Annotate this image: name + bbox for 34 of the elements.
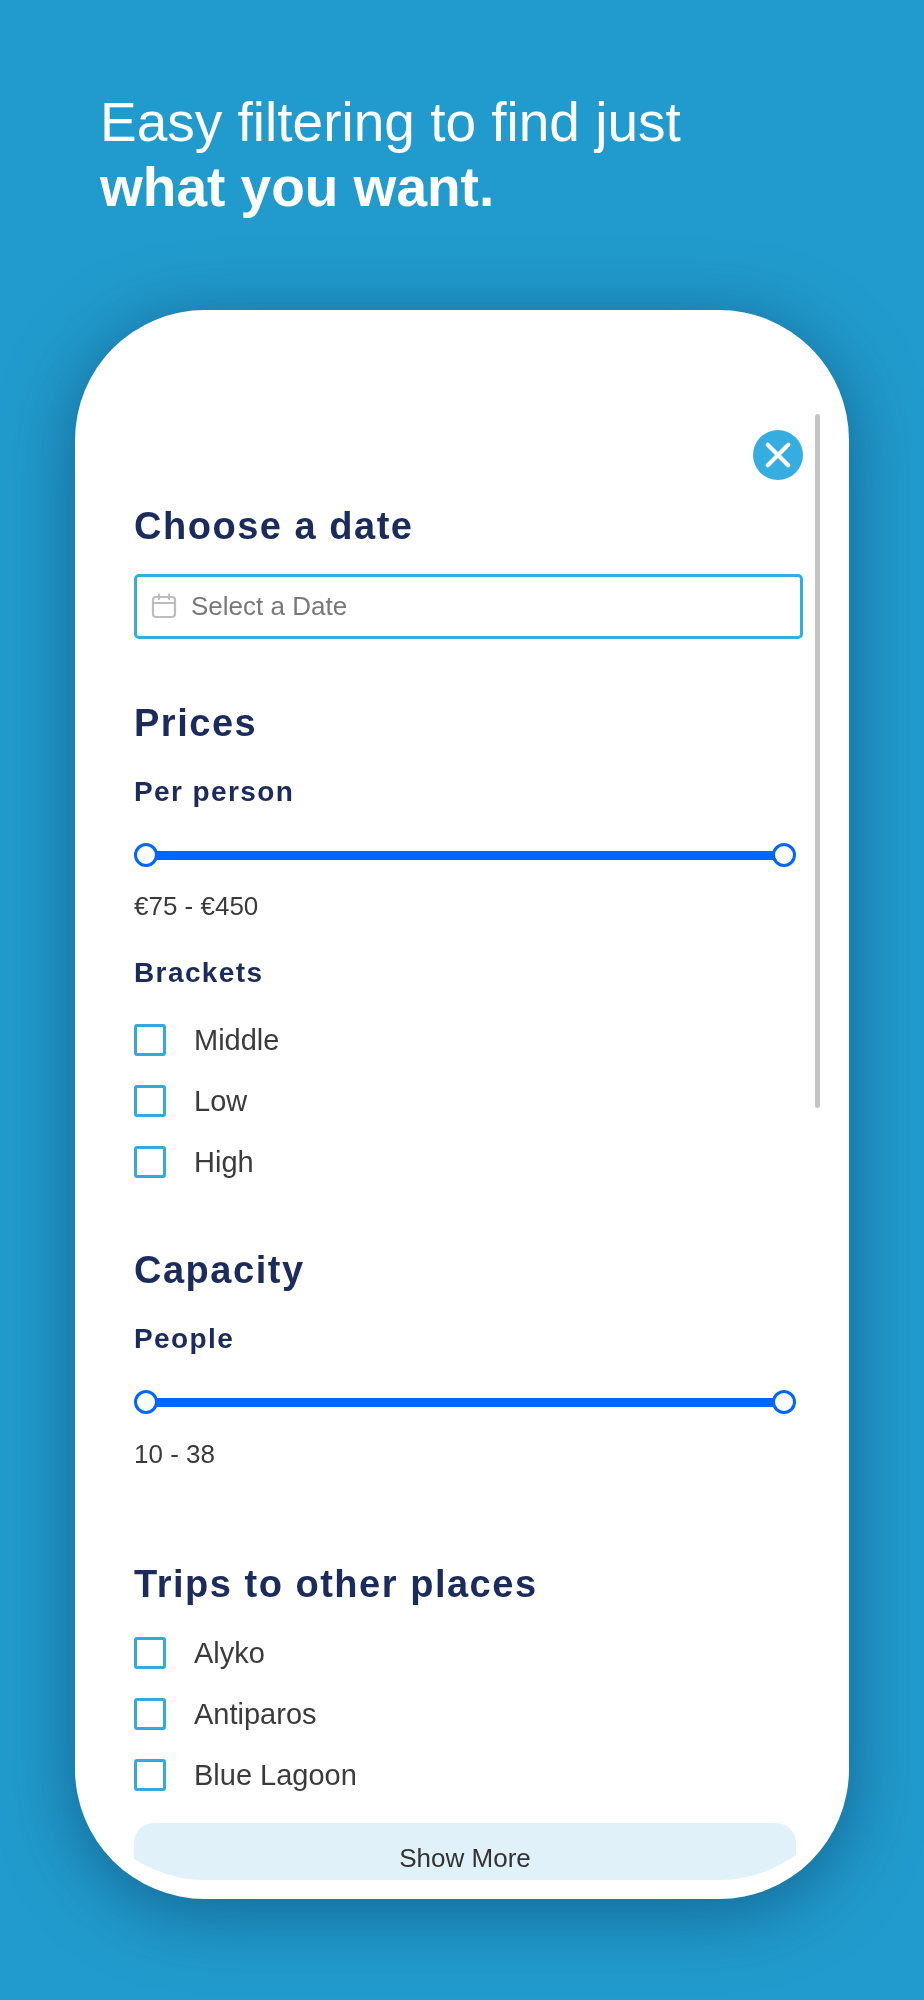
section-heading: Prices (134, 701, 259, 745)
checkbox-label: Antiparos (194, 1697, 317, 1731)
subsection-label: Brackets (134, 957, 265, 989)
checkbox[interactable] (134, 1637, 166, 1669)
range-slider[interactable] (134, 843, 796, 867)
range-slider[interactable] (134, 1390, 796, 1414)
checkbox[interactable] (134, 1146, 166, 1178)
section-heading: Capacity (134, 1248, 306, 1292)
checkbox-label: Alyko (194, 1636, 265, 1670)
section-heading: Trips to other places (134, 1562, 539, 1606)
scrollbar-thumb[interactable] (815, 414, 820, 1108)
checkbox[interactable] (134, 1698, 166, 1730)
range-value-text: €75 - €450 (134, 891, 260, 921)
checkbox[interactable] (134, 1759, 166, 1791)
checkbox-label: Middle (194, 1023, 280, 1057)
checkbox-label: High (194, 1145, 254, 1179)
subsection-label: People (134, 1323, 236, 1355)
slider-thumb[interactable] (772, 843, 796, 867)
headline: Easy filtering to find just what you want. (100, 90, 682, 220)
subsection-label: Per person (134, 776, 296, 808)
checkbox[interactable] (134, 1085, 166, 1117)
slider-thumb[interactable] (772, 1390, 796, 1414)
close-icon (765, 442, 791, 468)
section-heading: Choose a date (134, 504, 415, 548)
calendar-icon (151, 593, 177, 619)
checkbox-label: Blue Lagoon (194, 1758, 357, 1792)
range-value-text: 10 - 38 (134, 1439, 216, 1469)
checkbox-label: Low (194, 1084, 248, 1118)
show-more-button[interactable]: Show More (134, 1823, 796, 1880)
slider-thumb[interactable] (134, 1390, 158, 1414)
date-field[interactable]: Select a Date (134, 574, 803, 639)
slider-thumb[interactable] (134, 843, 158, 867)
close-button[interactable] (753, 430, 803, 480)
checkbox[interactable] (134, 1024, 166, 1056)
